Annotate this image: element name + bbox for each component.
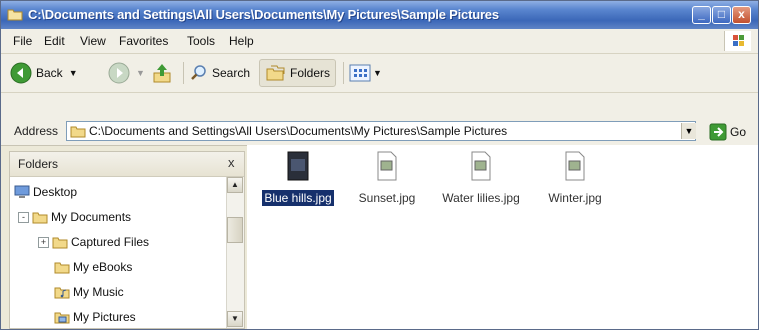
folders-icon [266,65,285,81]
folders-pane-header: Folders x [10,152,244,177]
tree-item-my-documents[interactable]: - My Documents [18,207,131,227]
folders-pane-title: Folders [18,157,59,171]
views-button[interactable]: ▼ [349,54,382,92]
window-title: C:\Documents and Settings\All Users\Docu… [28,7,499,22]
file-name: Water lilies.jpg [442,191,520,205]
search-button[interactable]: Search [189,54,250,92]
menu-view[interactable]: View [80,34,106,48]
toolbar-separator [343,62,344,84]
go-label: Go [730,125,747,139]
image-file-icon [471,151,491,181]
tree-item-my-pictures[interactable]: My Pictures [54,307,136,327]
tree-item-label: My Music [73,285,124,299]
folders-pane: Folders x Desktop - My Documents + Captu… [9,151,245,329]
folder-icon [54,262,70,274]
maximize-button[interactable]: □ [712,6,731,24]
file-view: Blue hills.jpg Sunset.jpg Water lilies.j… [247,145,758,329]
file-item-water-lilies[interactable]: Water lilies.jpg [433,151,529,207]
standard-toolbar: Back ▼ ▼ Search Folders ▼ [1,54,758,93]
menu-bar: File Edit View Favorites Tools Help [1,29,758,54]
folder-icon [52,237,68,249]
scrollbar-thumb[interactable] [227,217,243,243]
search-icon [191,65,206,80]
tree-item-label: Captured Files [71,235,150,249]
title-bar[interactable]: C:\Documents and Settings\All Users\Docu… [1,1,758,29]
back-label: Back [36,66,63,80]
tree-item-label: My Pictures [73,310,136,324]
explorer-window: C:\Documents and Settings\All Users\Docu… [0,0,759,330]
desktop-icon [14,185,30,198]
expand-icon[interactable]: + [38,236,49,248]
music-folder-icon [54,287,70,299]
folders-close-icon[interactable]: x [228,155,235,170]
toolbar-separator [183,62,184,84]
tree-item-my-ebooks[interactable]: My eBooks [54,257,132,277]
folders-button[interactable]: Folders [259,59,337,87]
tree-item-label: My Documents [51,210,132,224]
go-arrow-icon [709,123,727,141]
file-name: Winter.jpg [548,191,602,205]
forward-dropdown-icon[interactable]: ▼ [136,68,145,78]
menu-edit[interactable]: Edit [44,34,65,48]
address-value: C:\Documents and Settings\All Users\Docu… [89,124,508,138]
tree-item-captured-files[interactable]: + Captured Files [38,232,149,252]
folder-icon [70,126,86,138]
tree-item-label: My eBooks [73,260,133,274]
image-file-icon [565,151,585,181]
address-input[interactable]: C:\Documents and Settings\All Users\Docu… [66,121,696,141]
address-dropdown-icon[interactable]: ▼ [681,123,696,139]
views-grid-icon [349,64,371,82]
tree-item-desktop[interactable]: Desktop [14,182,77,202]
file-name: Sunset.jpg [358,191,416,205]
scroll-down-icon[interactable]: ▼ [227,311,243,327]
up-folder-button[interactable] [151,54,173,92]
menu-favorites[interactable]: Favorites [119,34,168,48]
forward-arrow-icon [108,62,130,84]
folders-scrollbar[interactable]: ▲ ▼ [226,177,244,328]
tree-item-label: Desktop [33,185,78,199]
back-arrow-icon [10,62,32,84]
minimize-button[interactable]: _ [692,6,711,24]
go-button[interactable]: Go [709,123,746,141]
close-button[interactable]: x [732,6,751,24]
address-bar: Address C:\Documents and Settings\All Us… [1,93,758,146]
file-name: Blue hills.jpg [262,190,334,206]
collapse-icon[interactable]: - [18,211,29,223]
forward-button[interactable]: ▼ [107,54,145,92]
folders-label: Folders [290,66,331,80]
scroll-up-icon[interactable]: ▲ [227,177,243,193]
pictures-folder-icon [54,312,70,324]
image-file-icon [287,151,309,181]
file-item-blue-hills[interactable]: Blue hills.jpg [257,151,339,207]
file-item-winter[interactable]: Winter.jpg [535,151,615,207]
image-file-icon [377,151,397,181]
back-dropdown-icon[interactable]: ▼ [69,68,78,78]
search-label: Search [212,66,251,80]
up-folder-icon [153,64,171,83]
file-item-sunset[interactable]: Sunset.jpg [347,151,427,207]
address-label: Address [14,124,59,138]
menu-tools[interactable]: Tools [187,34,215,48]
tree-item-my-music[interactable]: My Music [54,282,124,302]
views-dropdown-icon[interactable]: ▼ [373,68,382,78]
back-button[interactable]: Back ▼ [9,54,78,92]
menu-help[interactable]: Help [229,34,254,48]
folder-icon [32,212,48,224]
menu-file[interactable]: File [13,34,32,48]
folder-icon [7,9,23,21]
windows-logo-icon [724,31,751,51]
